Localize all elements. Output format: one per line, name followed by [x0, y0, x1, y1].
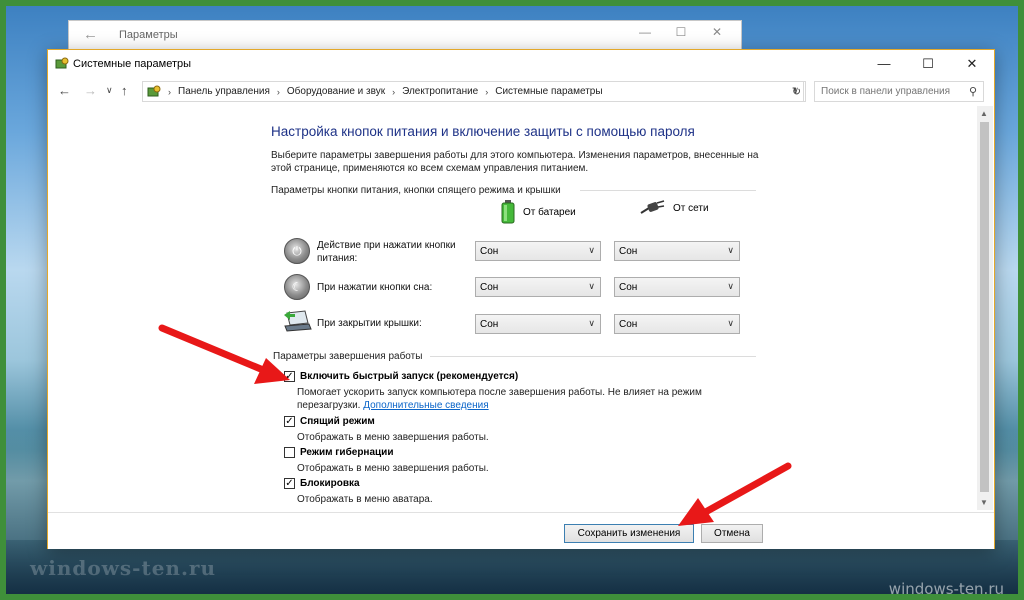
fast-startup-description: Помогает ускорить запуск компьютера посл…	[297, 386, 767, 412]
ac-column-label: От сети	[673, 202, 709, 214]
breadcrumb-separator-icon[interactable]: ›	[485, 87, 488, 97]
vertical-scrollbar[interactable]: ▲ ▼	[977, 106, 993, 510]
battery-column-label: От батареи	[523, 206, 576, 218]
maximize-button[interactable]: ☐	[906, 50, 950, 77]
chevron-down-icon: ∨	[588, 318, 595, 328]
button-bar: Сохранить изменения Отмена	[48, 512, 994, 549]
close-icon[interactable]: ✕	[699, 25, 735, 39]
sleep-button-battery-select[interactable]: Сон ∨	[475, 277, 601, 297]
select-value: Сон	[619, 281, 638, 293]
breadcrumb-control-panel[interactable]: Панель управления	[178, 86, 270, 97]
forward-arrow-icon[interactable]: →	[84, 83, 97, 98]
battery-icon	[501, 200, 515, 224]
select-value: Сон	[619, 318, 638, 330]
power-buttons-section-label: Параметры кнопки питания, кнопки спящего…	[271, 185, 561, 196]
close-button[interactable]: ✕	[950, 50, 994, 77]
back-arrow-icon[interactable]: ←	[83, 26, 98, 43]
section-divider	[580, 190, 756, 191]
watermark-left: windows-ten.ru	[30, 556, 217, 580]
sleep-button-icon: ☾	[284, 274, 310, 300]
annotation-arrow-icon	[158, 324, 290, 384]
chevron-down-icon: ∨	[727, 281, 734, 291]
chevron-down-icon: ∨	[588, 245, 595, 255]
search-input[interactable]	[821, 86, 961, 97]
search-icon[interactable]: ⚲	[969, 85, 977, 98]
fast-startup-option[interactable]: ✓ Включить быстрый запуск (рекомендуется…	[284, 371, 518, 382]
chevron-down-icon: ∨	[727, 318, 734, 328]
back-arrow-icon[interactable]: ←	[58, 83, 71, 98]
sleep-button-action-label: При нажатии кнопки сна:	[317, 282, 433, 293]
more-info-link[interactable]: Дополнительные сведения	[363, 400, 488, 411]
control-panel-icon	[147, 85, 161, 96]
sleep-option[interactable]: ✓ Спящий режим	[284, 416, 375, 427]
lid-close-action-label: При закрытии крышки:	[317, 318, 422, 329]
fast-startup-description-text: Помогает ускорить запуск компьютера посл…	[297, 387, 702, 411]
hibernate-checkbox[interactable]	[284, 447, 295, 458]
refresh-button[interactable]: ↻	[788, 81, 806, 102]
sleep-button-ac-select[interactable]: Сон ∨	[614, 277, 740, 297]
settings-window-title: Параметры	[119, 29, 178, 41]
section-divider	[430, 356, 756, 357]
scroll-up-icon[interactable]: ▲	[980, 109, 988, 118]
lock-option[interactable]: ✓ Блокировка	[284, 478, 360, 489]
window-controls: — ☐ ✕	[627, 25, 735, 39]
select-value: Сон	[619, 245, 638, 257]
chevron-down-icon: ∨	[727, 245, 734, 255]
power-plug-icon	[640, 200, 665, 214]
recent-locations-chevron-icon[interactable]: ∨	[106, 85, 113, 96]
ac-column-header: От сети	[639, 200, 709, 216]
scrollbar-thumb[interactable]	[980, 122, 989, 492]
address-bar: ← → ∨ ↑ › Панель управления › Оборудован…	[48, 79, 994, 105]
breadcrumb-separator-icon[interactable]: ›	[392, 87, 395, 97]
lid-close-battery-select[interactable]: Сон ∨	[475, 314, 601, 334]
window-title: Системные параметры	[73, 58, 192, 70]
annotation-arrow-icon	[678, 462, 792, 526]
breadcrumb[interactable]: › Панель управления › Оборудование и зву…	[142, 81, 804, 102]
lock-label[interactable]: Блокировка	[300, 478, 360, 489]
hibernate-label[interactable]: Режим гибернации	[300, 447, 393, 458]
power-button-icon: ⏻	[284, 238, 310, 264]
up-arrow-icon[interactable]: ↑	[121, 83, 128, 98]
breadcrumb-power-options[interactable]: Электропитание	[402, 86, 478, 97]
battery-column-header: От батареи	[501, 200, 576, 224]
sleep-label[interactable]: Спящий режим	[300, 416, 375, 427]
breadcrumb-hardware-sound[interactable]: Оборудование и звук	[287, 86, 385, 97]
sleep-description: Отображать в меню завершения работы.	[297, 432, 489, 443]
scroll-down-icon[interactable]: ▼	[980, 498, 988, 507]
control-panel-icon	[55, 57, 69, 69]
power-button-action-label: Действие при нажатии кнопки питания:	[317, 240, 456, 264]
breadcrumb-system-settings[interactable]: Системные параметры	[495, 86, 602, 97]
watermark-right: windows-ten.ru	[888, 580, 1004, 598]
window-controls: — ☐ ✕	[862, 50, 994, 77]
main-content: Настройка кнопок питания и включение защ…	[48, 110, 994, 510]
lid-close-ac-select[interactable]: Сон ∨	[614, 314, 740, 334]
power-button-ac-select[interactable]: Сон ∨	[614, 241, 740, 261]
select-value: Сон	[480, 245, 499, 257]
fast-startup-label[interactable]: Включить быстрый запуск (рекомендуется)	[300, 371, 518, 382]
hibernate-option[interactable]: Режим гибернации	[284, 447, 393, 458]
search-box[interactable]: ⚲	[814, 81, 984, 102]
page-title: Настройка кнопок питания и включение защ…	[271, 124, 695, 139]
maximize-icon[interactable]: ☐	[663, 25, 699, 39]
system-settings-window: Системные параметры — ☐ ✕ ← → ∨ ↑ › Пане…	[47, 49, 995, 549]
title-bar[interactable]: Системные параметры — ☐ ✕	[48, 50, 994, 77]
sleep-checkbox[interactable]: ✓	[284, 416, 295, 427]
chevron-down-icon: ∨	[588, 281, 595, 291]
power-button-battery-select[interactable]: Сон ∨	[475, 241, 601, 261]
refresh-icon: ↻	[791, 86, 802, 98]
page-description: Выберите параметры завершения работы для…	[271, 150, 759, 174]
select-value: Сон	[480, 318, 499, 330]
breadcrumb-separator-icon[interactable]: ›	[277, 87, 280, 97]
minimize-button[interactable]: —	[862, 50, 906, 77]
minimize-icon[interactable]: —	[627, 25, 663, 39]
breadcrumb-separator-icon[interactable]: ›	[168, 87, 171, 97]
select-value: Сон	[480, 281, 499, 293]
lock-checkbox[interactable]: ✓	[284, 478, 295, 489]
